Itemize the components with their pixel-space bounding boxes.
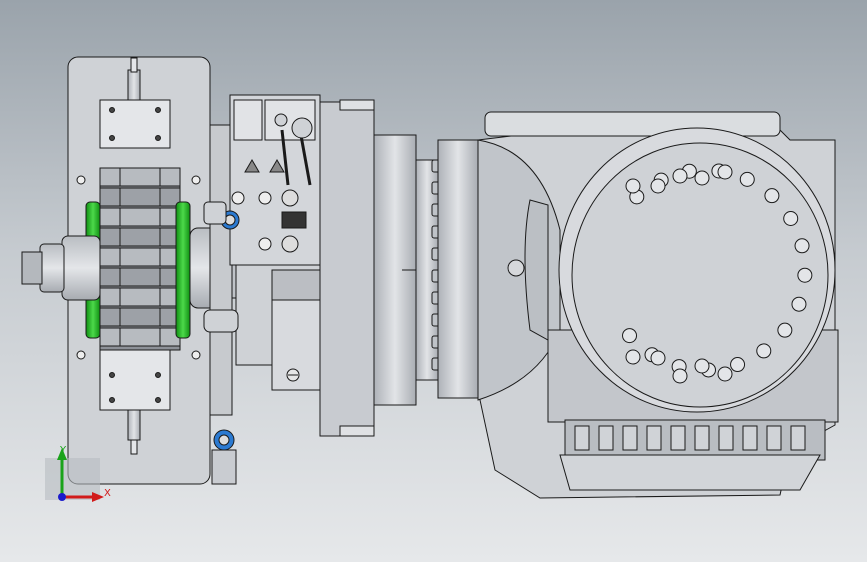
housing-bolt: [598, 425, 614, 451]
disc-bolt-hole: [672, 368, 688, 384]
housing-bolt: [766, 425, 782, 451]
changer-segment: [99, 247, 181, 267]
disc-bolt-hole: [764, 188, 780, 204]
adapter-plate: [319, 99, 375, 437]
disc-bolt-hole: [625, 178, 641, 194]
disc-bolt-hole: [694, 170, 710, 186]
disc-bolt-hole: [672, 168, 688, 184]
cad-graphics-viewport[interactable]: Y X: [0, 0, 867, 562]
housing-bolt: [790, 425, 806, 451]
disc-bolt-hole: [777, 322, 793, 338]
wrist-joint-disc: [558, 127, 836, 413]
disc-bolt-hole: [730, 357, 746, 373]
robot-flange: [373, 134, 479, 406]
x-axis-label: X: [104, 488, 111, 499]
disc-bolt-hole: [783, 210, 799, 226]
housing-bolt: [742, 425, 758, 451]
disc-bolt-hole: [717, 366, 733, 382]
changer-segment: [99, 287, 181, 307]
disc-bolt-hole: [694, 358, 710, 374]
changer-segment: [99, 327, 181, 347]
disc-bolt-hole: [791, 296, 807, 312]
housing-bolt: [694, 425, 710, 451]
disc-bolt-hole: [739, 171, 755, 187]
changer-segment: [99, 267, 181, 287]
y-axis-label: Y: [59, 445, 67, 456]
changer-segment: [99, 227, 181, 247]
disc-bolt-hole: [756, 343, 772, 359]
triad-plane: [45, 458, 100, 500]
housing-bolt: [622, 425, 638, 451]
disc-bolt-hole: [650, 178, 666, 194]
housing-bolt: [646, 425, 662, 451]
housing-bolt: [718, 425, 734, 451]
disc-bolt-hole: [650, 350, 666, 366]
z-axis-dot: [58, 493, 66, 501]
disc-bolt-hole: [797, 267, 813, 283]
disc-bolt-hole: [625, 349, 641, 365]
disc-bolt-hole: [622, 328, 638, 344]
changer-segment: [99, 307, 181, 327]
changer-segment: [99, 207, 181, 227]
disc-bolt-hole: [794, 238, 810, 254]
valve-block: [203, 94, 321, 485]
changer-segment: [99, 187, 181, 207]
disc-bolt-hole: [717, 164, 733, 180]
changer-segment: [99, 167, 181, 187]
housing-bolt: [574, 425, 590, 451]
housing-bolt: [670, 425, 686, 451]
